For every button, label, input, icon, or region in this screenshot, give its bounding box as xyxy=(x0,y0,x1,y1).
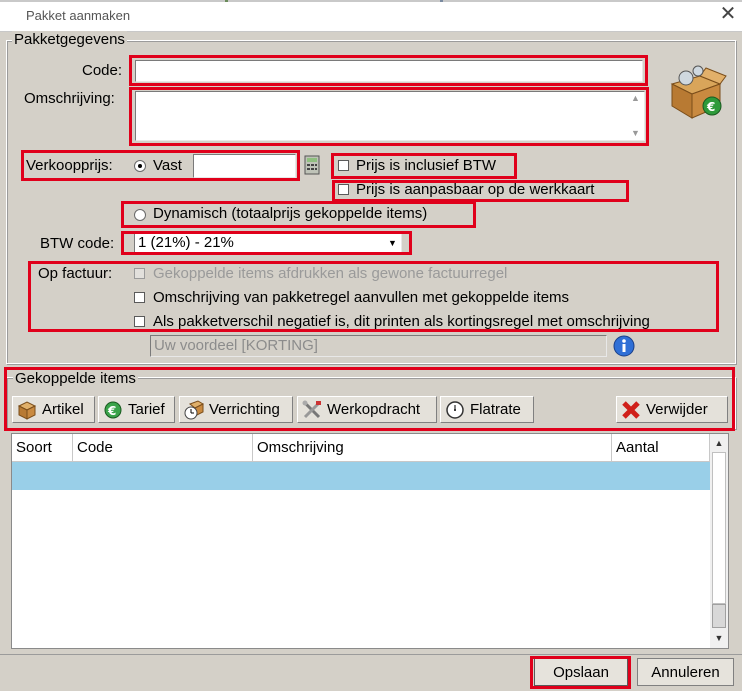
annuleren-label: Annuleren xyxy=(651,663,720,681)
highlight-prijs-aanpasbaar xyxy=(332,180,629,202)
col-header-omschrijving[interactable]: Omschrijving xyxy=(253,434,612,462)
verwijder-label: Verwijder xyxy=(646,401,708,418)
verrichting-button[interactable]: Verrichting xyxy=(179,396,293,423)
highlight-prijs-incl xyxy=(331,153,517,179)
tools-icon xyxy=(302,400,321,418)
tarief-label: Tarief xyxy=(128,401,165,418)
korting-text-input[interactable]: Uw voordeel [KORTING] xyxy=(150,335,607,357)
clock-box-icon xyxy=(184,399,204,419)
annuleren-button[interactable]: Annuleren xyxy=(637,658,734,686)
artikel-label: Artikel xyxy=(42,401,84,418)
svg-text:€: € xyxy=(107,404,116,418)
btw-code-label: BTW code: xyxy=(40,235,115,252)
scroll-thumb-dark[interactable] xyxy=(712,604,726,628)
footer-divider xyxy=(0,654,742,655)
box-icon xyxy=(17,400,37,420)
vertical-scrollbar[interactable]: ▲ ▼ xyxy=(710,434,728,648)
delete-x-icon xyxy=(622,400,640,419)
svg-text:€: € xyxy=(706,100,715,114)
tarief-button[interactable]: € Tarief xyxy=(98,396,175,423)
flatrate-label: Flatrate xyxy=(470,401,521,418)
omschrijving-label: Omschrijving: xyxy=(24,90,115,107)
col-header-code[interactable]: Code xyxy=(73,434,253,462)
highlight-omschrijving xyxy=(129,87,649,146)
top-strip xyxy=(0,0,742,2)
info-icon[interactable] xyxy=(613,335,635,357)
scroll-up-icon[interactable]: ▲ xyxy=(711,435,727,451)
clock-icon xyxy=(446,400,464,419)
highlight-verkoopprijs xyxy=(21,150,300,181)
table-row-selected[interactable] xyxy=(12,462,710,490)
col-header-aantal[interactable]: Aantal xyxy=(612,434,710,462)
werkopdracht-button[interactable]: Werkopdracht xyxy=(297,396,437,423)
euro-icon: € xyxy=(104,401,122,418)
highlight-btw xyxy=(121,231,412,255)
artikel-button[interactable]: Artikel xyxy=(12,396,95,423)
highlight-opslaan xyxy=(530,656,631,689)
highlight-op-factuur xyxy=(28,261,719,332)
scroll-thumb[interactable] xyxy=(712,452,726,604)
close-icon[interactable]: ✕ xyxy=(717,3,739,25)
pakketgegevens-legend: Pakketgegevens xyxy=(12,31,127,48)
verwijder-button[interactable]: Verwijder xyxy=(616,396,728,423)
items-table[interactable]: Soort Code Omschrijving Aantal ▲ ▼ xyxy=(11,433,729,649)
highlight-dynamisch xyxy=(121,201,476,228)
calculator-icon[interactable] xyxy=(304,155,320,175)
package-euro-icon: € xyxy=(670,65,727,119)
werkopdracht-label: Werkopdracht xyxy=(327,401,421,418)
code-label: Code: xyxy=(82,62,123,79)
col-header-soort[interactable]: Soort xyxy=(12,434,73,462)
scroll-down-icon[interactable]: ▼ xyxy=(711,630,727,646)
verrichting-label: Verrichting xyxy=(209,401,280,418)
window-title: Pakket aanmaken xyxy=(26,8,131,23)
highlight-code xyxy=(129,55,648,86)
flatrate-button[interactable]: Flatrate xyxy=(440,396,534,423)
